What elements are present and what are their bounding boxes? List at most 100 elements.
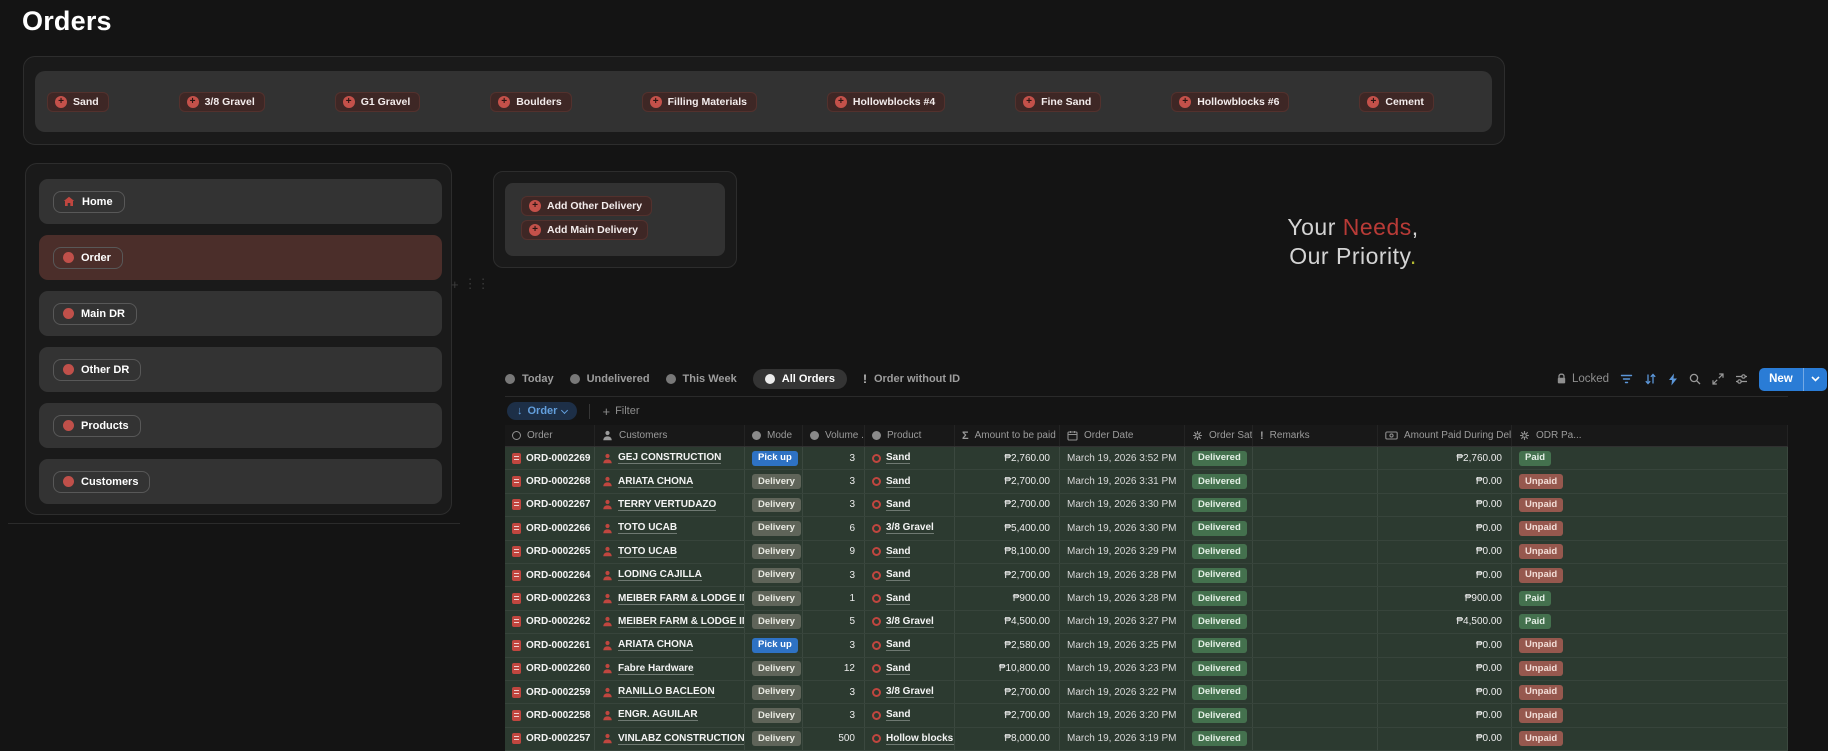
new-dropdown-button[interactable] <box>1804 368 1827 391</box>
tab-this-week[interactable]: This Week <box>665 369 737 389</box>
table-row[interactable]: ORD-0002266 TOTO UCAB Delivery 6 3/8 Gravel ₱… <box>505 517 1788 541</box>
cell-payment-status[interactable]: Paid <box>1512 610 1788 634</box>
sidebar-item-home[interactable]: Home <box>39 179 442 224</box>
table-row[interactable]: ORD-0002258 ENGR. AGUILAR Delivery 3 Sand ₱2,… <box>505 704 1788 728</box>
cell-customer[interactable]: VINLABZ CONSTRUCTION <box>595 727 745 751</box>
product-add-button-hollowblocks-6[interactable]: + Hollowblocks #6 <box>1171 91 1290 112</box>
payment-chip[interactable]: Unpaid <box>1519 708 1564 723</box>
tab-undelivered[interactable]: Undelivered <box>569 369 650 389</box>
cell-payment-status[interactable]: Unpaid <box>1512 657 1788 680</box>
payment-chip[interactable]: Unpaid <box>1519 520 1564 536</box>
cell-order-id[interactable]: ORD-0002260 <box>505 657 595 680</box>
cell-order-date[interactable]: March 19, 2026 3:29 PM <box>1060 540 1185 563</box>
cell-product[interactable]: Sand <box>865 493 955 517</box>
cell-volume[interactable]: 9 <box>803 540 865 563</box>
cell-volume[interactable]: 3 <box>803 493 865 517</box>
sidebar-item-order[interactable]: Order <box>39 235 442 280</box>
cell-order-id[interactable]: ORD-0002269 <box>505 447 595 470</box>
cell-remarks[interactable] <box>1253 517 1378 540</box>
cell-remarks[interactable] <box>1253 657 1378 680</box>
payment-chip[interactable]: Paid <box>1519 450 1552 466</box>
table-row[interactable]: ORD-0002265 TOTO UCAB Delivery 9 Sand ₱8,100.… <box>505 540 1788 564</box>
cell-amount-paid[interactable]: ₱0.00 <box>1378 493 1512 517</box>
cell-amount-paid[interactable]: ₱0.00 <box>1378 540 1512 563</box>
cell-mode[interactable]: Delivery <box>745 657 803 680</box>
cell-product[interactable]: Sand <box>865 634 955 657</box>
cell-amount[interactable]: ₱2,580.00 <box>955 634 1060 657</box>
cell-amount[interactable]: ₱2,760.00 <box>955 447 1060 470</box>
status-chip[interactable]: Delivered <box>1192 497 1247 513</box>
cell-volume[interactable]: 6 <box>803 517 865 540</box>
cell-customer[interactable]: ARIATA CHONA <box>595 470 745 493</box>
cell-order-status[interactable]: Delivered <box>1185 634 1253 657</box>
filter-button[interactable]: + Filter <box>602 404 639 419</box>
table-row[interactable]: ORD-0002269 GEJ CONSTRUCTION Pick up 3 Sand ₱… <box>505 447 1788 471</box>
cell-customer[interactable]: RANILLO BACLEON <box>595 680 745 704</box>
new-button[interactable]: New <box>1759 367 1827 391</box>
column-header-odr-pa[interactable]: ODR Pa... <box>1512 425 1788 446</box>
column-header-volume[interactable]: Volume ... <box>803 425 865 446</box>
cell-order-status[interactable]: Delivered <box>1185 517 1253 540</box>
cell-order-date[interactable]: March 19, 2026 3:27 PM <box>1060 610 1185 634</box>
cell-mode[interactable]: Delivery <box>745 540 803 563</box>
mode-chip[interactable]: Delivery <box>752 497 801 513</box>
cell-order-date[interactable]: March 19, 2026 3:22 PM <box>1060 680 1185 704</box>
locked-toggle[interactable]: Locked <box>1556 373 1609 385</box>
cell-amount[interactable]: ₱5,400.00 <box>955 517 1060 540</box>
button-add-other-delivery[interactable]: + Add Other Delivery <box>521 196 653 216</box>
status-chip[interactable]: Delivered <box>1192 591 1247 606</box>
cell-customer[interactable]: TERRY VERTUDAZO <box>595 493 745 517</box>
status-chip[interactable]: Delivered <box>1192 567 1247 583</box>
toolbar-expand-icon[interactable] <box>1712 373 1724 385</box>
table-row[interactable]: ORD-0002261 ARIATA CHONA Pick up 3 Sand ₱2,58… <box>505 634 1788 658</box>
cell-product[interactable]: Sand <box>865 704 955 727</box>
cell-order-date[interactable]: March 19, 2026 3:19 PM <box>1060 727 1185 751</box>
cell-order-id[interactable]: ORD-0002258 <box>505 704 595 727</box>
sidebar-item-customers[interactable]: Customers <box>39 459 442 504</box>
cell-payment-status[interactable]: Unpaid <box>1512 563 1788 587</box>
cell-amount[interactable]: ₱8,100.00 <box>955 540 1060 563</box>
cell-volume[interactable]: 1 <box>803 587 865 610</box>
cell-product[interactable]: Sand <box>865 470 955 493</box>
cell-amount-paid[interactable]: ₱0.00 <box>1378 634 1512 657</box>
cell-volume[interactable]: 3 <box>803 704 865 727</box>
toolbar-funnel-icon[interactable] <box>1620 373 1633 385</box>
cell-payment-status[interactable]: Unpaid <box>1512 680 1788 704</box>
cell-remarks[interactable] <box>1253 493 1378 517</box>
cell-order-id[interactable]: ORD-0002263 <box>505 587 595 610</box>
cell-order-id[interactable]: ORD-0002266 <box>505 517 595 540</box>
cell-amount-paid[interactable]: ₱0.00 <box>1378 657 1512 680</box>
status-chip[interactable]: Delivered <box>1192 637 1247 653</box>
block-add-handle[interactable]: + <box>451 277 459 292</box>
cell-amount[interactable]: ₱4,500.00 <box>955 610 1060 634</box>
cell-order-date[interactable]: March 19, 2026 3:28 PM <box>1060 563 1185 587</box>
cell-amount-paid[interactable]: ₱0.00 <box>1378 563 1512 587</box>
cell-product[interactable]: 3/8 Gravel <box>865 680 955 704</box>
cell-order-status[interactable]: Delivered <box>1185 680 1253 704</box>
payment-chip[interactable]: Unpaid <box>1519 684 1564 700</box>
cell-amount[interactable]: ₱2,700.00 <box>955 493 1060 517</box>
cell-customer[interactable]: Fabre Hardware <box>595 657 745 680</box>
mode-chip[interactable]: Delivery <box>752 731 801 747</box>
cell-payment-status[interactable]: Unpaid <box>1512 517 1788 540</box>
cell-order-status[interactable]: Delivered <box>1185 447 1253 470</box>
cell-order-status[interactable]: Delivered <box>1185 540 1253 563</box>
cell-mode[interactable]: Delivery <box>745 610 803 634</box>
toolbar-bolt-icon[interactable] <box>1668 373 1678 386</box>
payment-chip[interactable]: Unpaid <box>1519 731 1564 747</box>
cell-order-id[interactable]: ORD-0002268 <box>505 470 595 493</box>
cell-remarks[interactable] <box>1253 540 1378 563</box>
cell-order-status[interactable]: Delivered <box>1185 610 1253 634</box>
cell-amount[interactable]: ₱8,000.00 <box>955 727 1060 751</box>
cell-customer[interactable]: ENGR. AGUILAR <box>595 704 745 727</box>
product-add-button-3-8-gravel[interactable]: +3/8 Gravel <box>178 91 265 112</box>
table-row[interactable]: ORD-0002262 MEIBER FARM & LODGE INC. Deliv… <box>505 610 1788 635</box>
cell-payment-status[interactable]: Unpaid <box>1512 540 1788 563</box>
column-header-customers[interactable]: Customers <box>595 425 745 446</box>
cell-order-id[interactable]: ORD-0002264 <box>505 563 595 587</box>
toolbar-sort-icon[interactable] <box>1644 373 1657 385</box>
cell-amount[interactable]: ₱2,700.00 <box>955 563 1060 587</box>
cell-amount[interactable]: ₱2,700.00 <box>955 470 1060 493</box>
sidebar-item-other-dr[interactable]: Other DR <box>39 347 442 392</box>
cell-mode[interactable]: Delivery <box>745 493 803 517</box>
